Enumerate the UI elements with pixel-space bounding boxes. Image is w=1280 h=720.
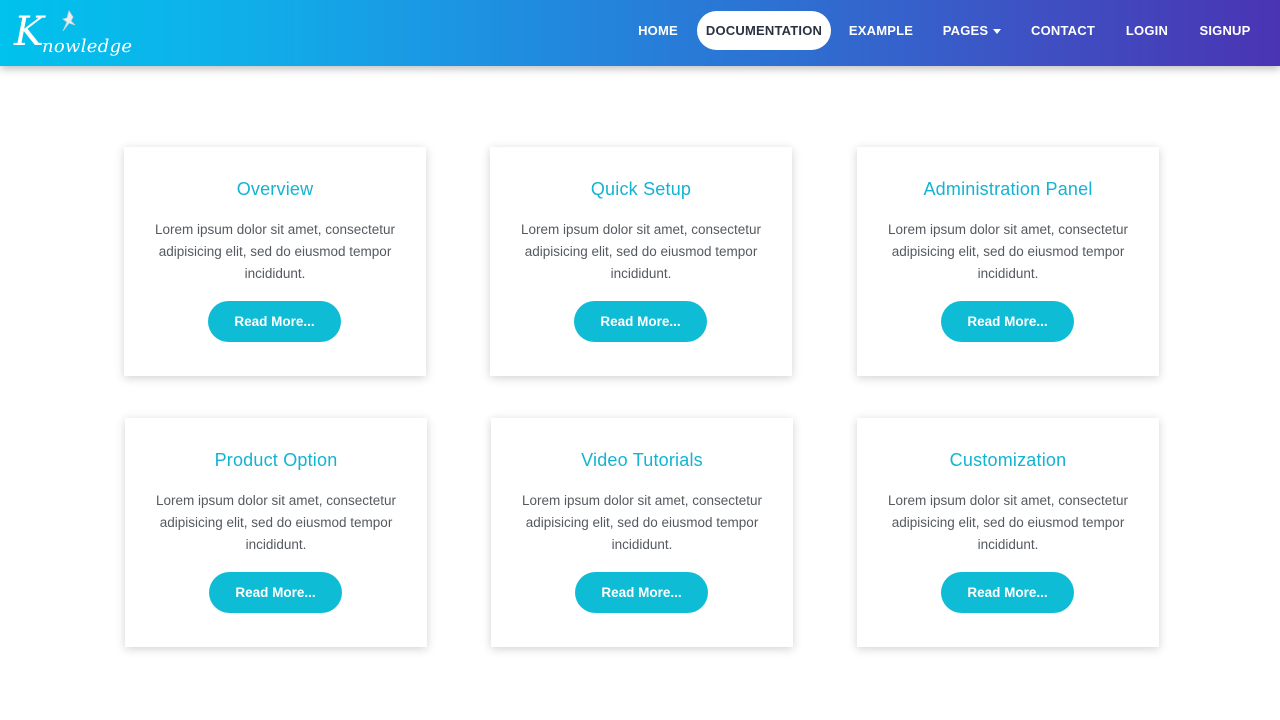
logo-text: nowledge bbox=[42, 36, 133, 57]
card-description: Lorem ipsum dolor sit amet, consectetur … bbox=[520, 222, 762, 281]
card-title: Overview bbox=[236, 179, 314, 199]
logo-first-letter: K bbox=[14, 9, 44, 55]
read-more-button[interactable]: Read More... bbox=[574, 301, 707, 342]
card-title: Video Tutorials bbox=[581, 450, 703, 470]
nav-login[interactable]: LOGIN bbox=[1120, 11, 1174, 50]
nav-pages-label: PAGES bbox=[942, 23, 989, 38]
nav-signup[interactable]: SIGNUP bbox=[1194, 11, 1256, 50]
read-more-button[interactable]: Read More... bbox=[941, 572, 1074, 613]
read-more-button[interactable]: Read More... bbox=[209, 572, 342, 613]
nav-example[interactable]: EXAMPLE bbox=[844, 11, 918, 50]
pushpin-icon bbox=[62, 10, 76, 32]
card-overview: Overview Lorem ipsum dolor sit amet, con… bbox=[124, 147, 426, 376]
card-administration-panel: Administration Panel Lorem ipsum dolor s… bbox=[857, 147, 1159, 376]
card-title: Customization bbox=[949, 450, 1067, 470]
card-video-tutorials: Video Tutorials Lorem ipsum dolor sit am… bbox=[491, 418, 793, 647]
card-description: Lorem ipsum dolor sit amet, consectetur … bbox=[521, 493, 763, 552]
card-quick-setup: Quick Setup Lorem ipsum dolor sit amet, … bbox=[490, 147, 792, 376]
site-logo[interactable]: K nowledge bbox=[14, 8, 132, 60]
top-navbar: K nowledge HOME DOCUMENTATION EXAMPLE PA… bbox=[0, 0, 1280, 66]
card-customization: Customization Lorem ipsum dolor sit amet… bbox=[857, 418, 1159, 647]
card-title: Administration Panel bbox=[923, 179, 1093, 199]
nav-documentation[interactable]: DOCUMENTATION bbox=[697, 11, 831, 50]
card-title: Product Option bbox=[214, 450, 338, 470]
nav-pages[interactable]: PAGES bbox=[937, 11, 1007, 50]
read-more-button[interactable]: Read More... bbox=[941, 301, 1074, 342]
card-description: Lorem ipsum dolor sit amet, consectetur … bbox=[887, 493, 1129, 552]
card-product-option: Product Option Lorem ipsum dolor sit ame… bbox=[125, 418, 427, 647]
read-more-button[interactable]: Read More... bbox=[208, 301, 341, 342]
card-title: Quick Setup bbox=[590, 179, 692, 199]
card-description: Lorem ipsum dolor sit amet, consectetur … bbox=[887, 222, 1129, 281]
card-description: Lorem ipsum dolor sit amet, consectetur … bbox=[155, 493, 397, 552]
caret-down-icon bbox=[993, 29, 1002, 35]
card-description: Lorem ipsum dolor sit amet, consectetur … bbox=[154, 222, 396, 281]
nav-home[interactable]: HOME bbox=[630, 11, 686, 50]
nav-contact[interactable]: CONTACT bbox=[1025, 11, 1101, 50]
read-more-button[interactable]: Read More... bbox=[575, 572, 708, 613]
